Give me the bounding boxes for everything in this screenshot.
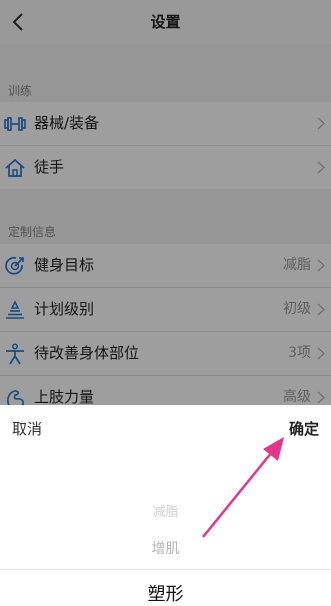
confirm-button[interactable]: 确定 <box>289 418 319 439</box>
picker-option-selected[interactable]: 塑形 <box>0 580 331 606</box>
picker-selection-line <box>0 569 331 570</box>
picker-option[interactable]: 减脂 <box>0 501 331 520</box>
cancel-button[interactable]: 取消 <box>12 418 42 439</box>
goal-picker-sheet: 取消 确定 减脂 增肌 塑形 <box>0 405 331 606</box>
picker-option[interactable]: 增肌 <box>0 538 331 558</box>
